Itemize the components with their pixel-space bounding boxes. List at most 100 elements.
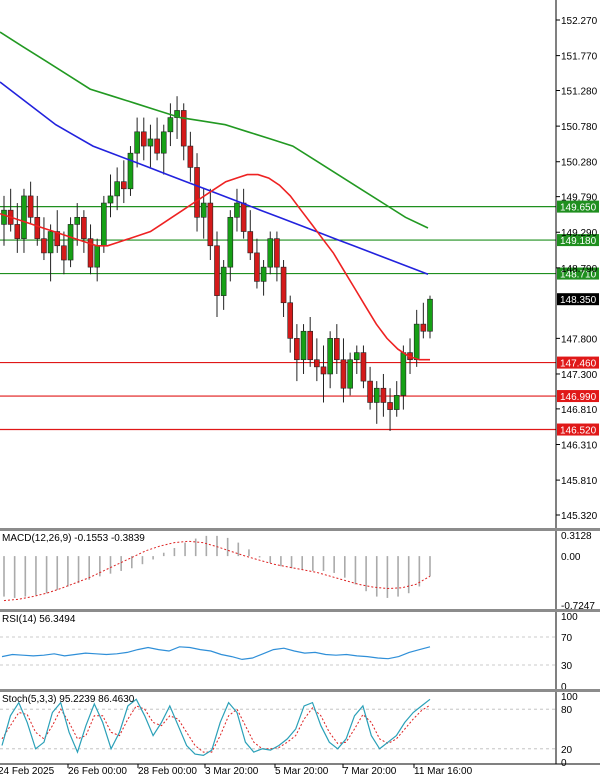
price-tick-label: 146.310 (561, 440, 598, 451)
candle-body (74, 216, 81, 225)
panel-frames (0, 0, 600, 765)
candle-body (94, 245, 100, 268)
panel-separator (0, 609, 600, 612)
candle-body (214, 245, 220, 296)
panel-separator (0, 689, 600, 692)
candle-body (187, 145, 194, 168)
candle-body (387, 402, 393, 410)
time-tick-label: 24 Feb 2025 (0, 766, 55, 775)
candle-body (287, 302, 294, 339)
candle-body (300, 330, 307, 361)
candle-body (380, 387, 387, 403)
rsi-label: RSI(14) 56.3494 (2, 614, 76, 625)
resistance-tag-label: 149.650 (560, 203, 597, 214)
candle-body (260, 266, 267, 282)
rsi-panel: 10070300 (0, 612, 578, 693)
support-tag-label: 146.990 (560, 392, 597, 403)
candle-body (167, 117, 174, 133)
rsi-tick-label: 100 (561, 612, 578, 623)
candle-body (353, 352, 360, 361)
candle-body (61, 245, 67, 261)
stoch-signal-line (1, 704, 431, 753)
candle-body (360, 352, 367, 382)
panel-separator (0, 528, 600, 531)
candle-body (1, 209, 7, 225)
stoch-tick-label: 20 (561, 745, 573, 756)
candle-body (140, 131, 147, 147)
time-tick-label: 11 Mar 16:00 (414, 766, 473, 775)
price-tick-label: 149.290 (561, 228, 598, 239)
candle-body (413, 323, 420, 361)
price-tick-label: 150.280 (561, 158, 598, 169)
candle-body (327, 338, 333, 375)
price-tick-label: 150.780 (561, 122, 598, 133)
price-tick-label: 152.270 (561, 16, 598, 27)
macd-label: MACD(12,26,9) -0.1553 -0.3839 (2, 533, 145, 544)
price-tick-label: 145.320 (561, 511, 598, 522)
rsi-tick-label: 30 (561, 661, 573, 672)
candle-body (393, 395, 400, 410)
price-tick-label: 146.810 (561, 405, 598, 416)
candle-body (34, 216, 41, 239)
candle-body (114, 181, 120, 197)
candle-body (427, 298, 433, 332)
candle-body (274, 238, 280, 268)
macd-tick-label: 0.3128 (561, 531, 592, 542)
price-tick-label: 145.810 (561, 476, 598, 487)
candle-body (81, 216, 87, 239)
rsi-tick-label: 70 (561, 633, 573, 644)
candle-body (47, 231, 54, 254)
time-tick-label: 26 Feb 00:00 (68, 766, 127, 775)
candle-body (247, 231, 254, 254)
candle-body (420, 323, 427, 332)
price-tick-label: 147.800 (561, 334, 598, 345)
candle-body (200, 202, 207, 218)
candle-body (240, 202, 247, 232)
chart-canvas: 149.650149.180148.710147.460146.990146.5… (0, 0, 600, 775)
candle-body (307, 330, 313, 361)
time-tick-label: 28 Feb 00:00 (138, 766, 197, 775)
candle-body (334, 338, 340, 361)
candle-body (21, 195, 27, 239)
candle-body (127, 152, 134, 190)
price-tick-label: 151.770 (561, 52, 598, 63)
candle-body (107, 195, 114, 204)
stoch-tick-label: 100 (561, 692, 578, 703)
candle-body (180, 110, 187, 147)
candle-body (347, 359, 353, 389)
time-tick-label: 7 Mar 20:00 (343, 766, 397, 775)
candle-body (314, 359, 320, 368)
candle-body (41, 238, 47, 254)
macd-tick-label: 0.00 (561, 552, 581, 563)
time-tick-label: 3 Mar 20:00 (205, 766, 259, 775)
time-axis: 24 Feb 2025 26 Feb 00:00 28 Feb 00:00 3 Mar… (0, 764, 473, 775)
candle-body (194, 167, 200, 218)
candle-body (340, 359, 347, 389)
candle-body (373, 387, 380, 403)
candle-body (400, 352, 407, 396)
candle-body (134, 131, 140, 154)
candle-body (101, 202, 107, 247)
rsi-line (1, 646, 431, 661)
price-tick-label: 149.790 (561, 193, 598, 204)
candle-body (67, 224, 74, 261)
candle-body (294, 338, 300, 361)
stoch-main-line (1, 698, 431, 757)
candle-body (207, 202, 214, 247)
candle-body (160, 131, 167, 154)
stoch-label: Stoch(5,3,3) 95.2239 86.4630 (2, 694, 135, 705)
candle-body (14, 224, 21, 239)
price-tick-label: 148.790 (561, 264, 598, 275)
candle-body (267, 238, 274, 268)
candle-body (121, 181, 127, 190)
stoch-tick-label: 80 (561, 705, 573, 716)
candle-body (367, 380, 373, 403)
candle-body (147, 138, 154, 147)
candle-body (27, 195, 34, 218)
price-tick-label: 151.280 (561, 87, 598, 98)
candle-body (320, 366, 327, 375)
support-tag-label: 146.520 (560, 426, 597, 437)
time-tick-label: 5 Mar 20:00 (275, 766, 329, 775)
price-panel: 149.650149.180148.710147.460146.990146.5… (0, 16, 599, 522)
candle-body (234, 202, 240, 218)
